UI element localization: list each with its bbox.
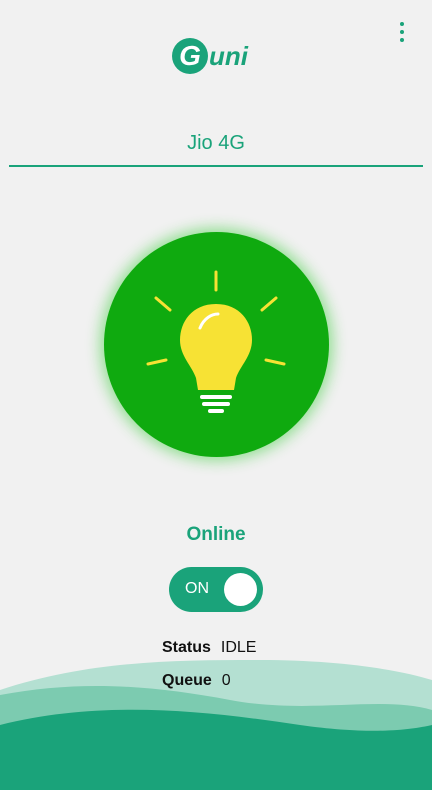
- power-toggle[interactable]: ON: [169, 567, 263, 612]
- decorative-waves: [0, 660, 432, 790]
- toggle-label: ON: [185, 580, 209, 597]
- status-label: Status: [162, 639, 211, 656]
- network-divider: [9, 165, 423, 167]
- power-button[interactable]: [104, 232, 329, 457]
- queue-value: 0: [221, 672, 231, 689]
- queue-label: Queue: [162, 672, 212, 689]
- app-logo: Guni: [172, 36, 248, 76]
- status-value: IDLE: [220, 639, 257, 656]
- toggle-knob: [224, 573, 257, 606]
- more-options-icon[interactable]: [396, 22, 408, 42]
- network-name: Jio 4G: [187, 132, 245, 154]
- connection-status: Online: [186, 524, 246, 545]
- status-row: Status IDLE: [162, 639, 256, 657]
- queue-row: Queue 0: [162, 672, 231, 690]
- lightbulb-icon: [146, 270, 286, 413]
